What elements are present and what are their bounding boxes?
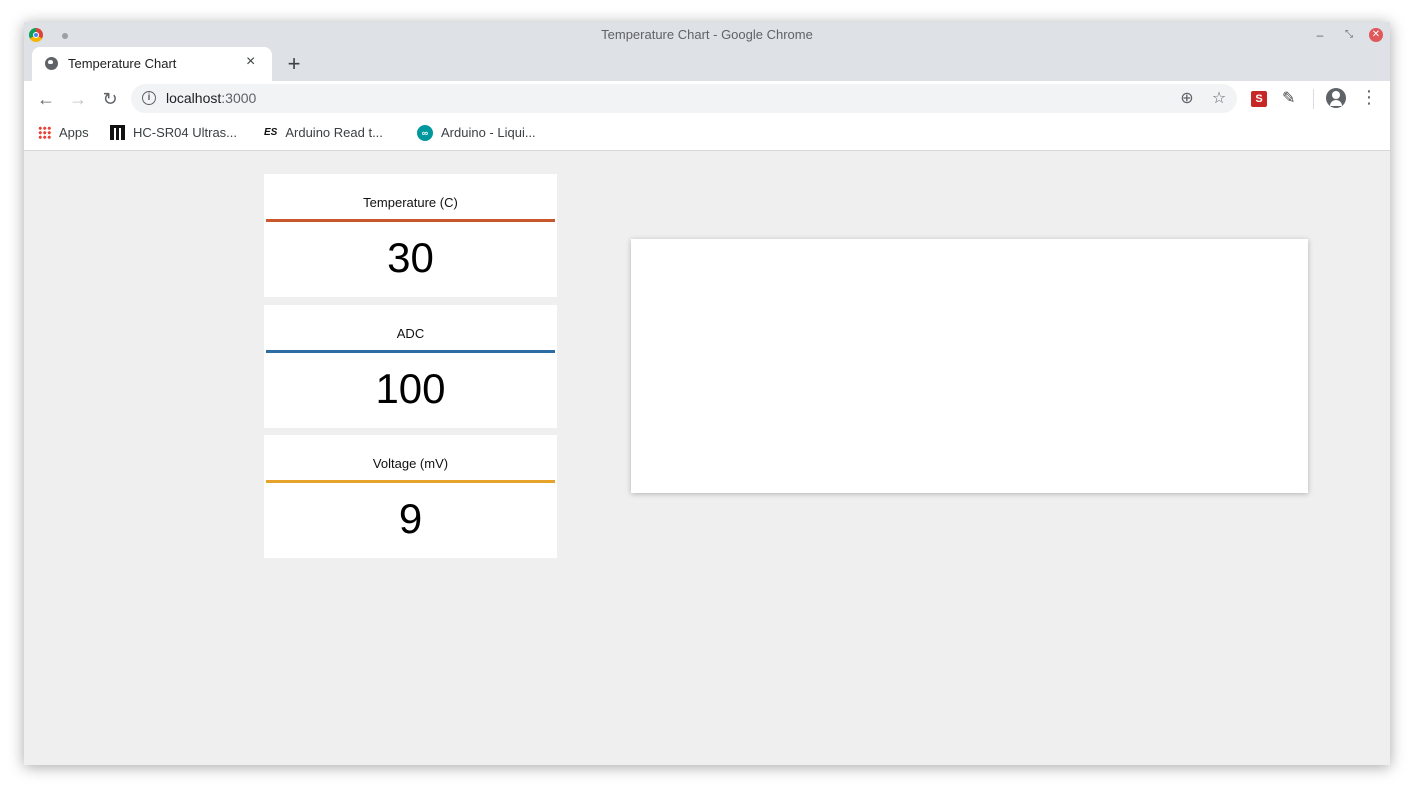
tab-close-icon[interactable]: × (246, 53, 255, 71)
restore-button[interactable]: ⤡ (1341, 27, 1357, 43)
bookmarks-bar: Apps HC-SR04 Ultras... ES Arduino Read t.… (24, 117, 1390, 151)
arduino-favicon-icon: ∞ (417, 124, 433, 141)
browser-toolbar: ← → ↻ i localhost:3000 ⊕ ☆ S ✎ ⋮ (24, 81, 1390, 117)
reload-button[interactable]: ↻ (98, 87, 122, 111)
hc-favicon-icon (110, 125, 125, 141)
apps-grid-icon (38, 126, 51, 140)
page-content: Temperature (C) 30 ADC 100 Voltage (mV) … (24, 151, 1390, 765)
chart-panel (631, 239, 1308, 493)
close-window-button[interactable]: ✕ (1369, 28, 1383, 42)
bookmark-hc-sr04[interactable]: HC-SR04 Ultras... (110, 124, 237, 144)
chrome-menu-icon[interactable]: ⋮ (1360, 87, 1378, 108)
extension-s-icon[interactable]: S (1251, 91, 1267, 107)
adc-card: ADC 100 (264, 305, 557, 428)
toolbar-divider (1313, 89, 1314, 109)
title-bar: Temperature Chart - Google Chrome – ⤡ ✕ (24, 22, 1390, 47)
new-tab-button[interactable]: + (284, 51, 304, 77)
install-app-icon[interactable]: ⊕ (1177, 88, 1197, 108)
temperature-label: Temperature (C) (363, 195, 458, 210)
bookmark-arduino-liquid[interactable]: ∞ Arduino - Liqui... (417, 124, 536, 144)
temperature-value: 30 (387, 234, 434, 281)
forward-button[interactable]: → (66, 87, 90, 111)
address-bar[interactable]: i localhost:3000 ⊕ ☆ (131, 84, 1237, 113)
bookmark-arduino-read[interactable]: ES Arduino Read t... (264, 124, 383, 144)
adc-value: 100 (375, 365, 446, 412)
bookmark-star-icon[interactable]: ☆ (1209, 88, 1229, 108)
voltage-card: Voltage (mV) 9 (264, 435, 557, 558)
temperature-card: Temperature (C) 30 (264, 174, 557, 297)
temperature-accent-bar (266, 219, 555, 222)
site-info-icon[interactable]: i (142, 91, 156, 105)
extension-tool-icon[interactable]: ✎ (1282, 88, 1295, 108)
globe-icon (45, 57, 58, 70)
tab-strip: Temperature Chart × + (24, 47, 1390, 81)
voltage-value: 9 (398, 495, 423, 542)
adc-label: ADC (396, 326, 425, 341)
profile-avatar-icon[interactable] (1326, 88, 1346, 108)
bookmark-apps[interactable]: Apps (38, 124, 89, 144)
tab-title: Temperature Chart (68, 56, 177, 71)
tab-temperature-chart[interactable]: Temperature Chart × (32, 47, 272, 81)
back-button[interactable]: ← (34, 87, 58, 111)
voltage-label: Voltage (mV) (372, 456, 449, 471)
minimize-button[interactable]: – (1312, 27, 1328, 43)
es-favicon-icon: ES (264, 127, 278, 139)
voltage-accent-bar (266, 480, 555, 483)
adc-accent-bar (266, 350, 555, 353)
url-text[interactable]: localhost:3000 (166, 90, 256, 106)
window-title: Temperature Chart - Google Chrome (601, 27, 813, 42)
browser-window: Temperature Chart - Google Chrome – ⤡ ✕ … (24, 22, 1390, 765)
